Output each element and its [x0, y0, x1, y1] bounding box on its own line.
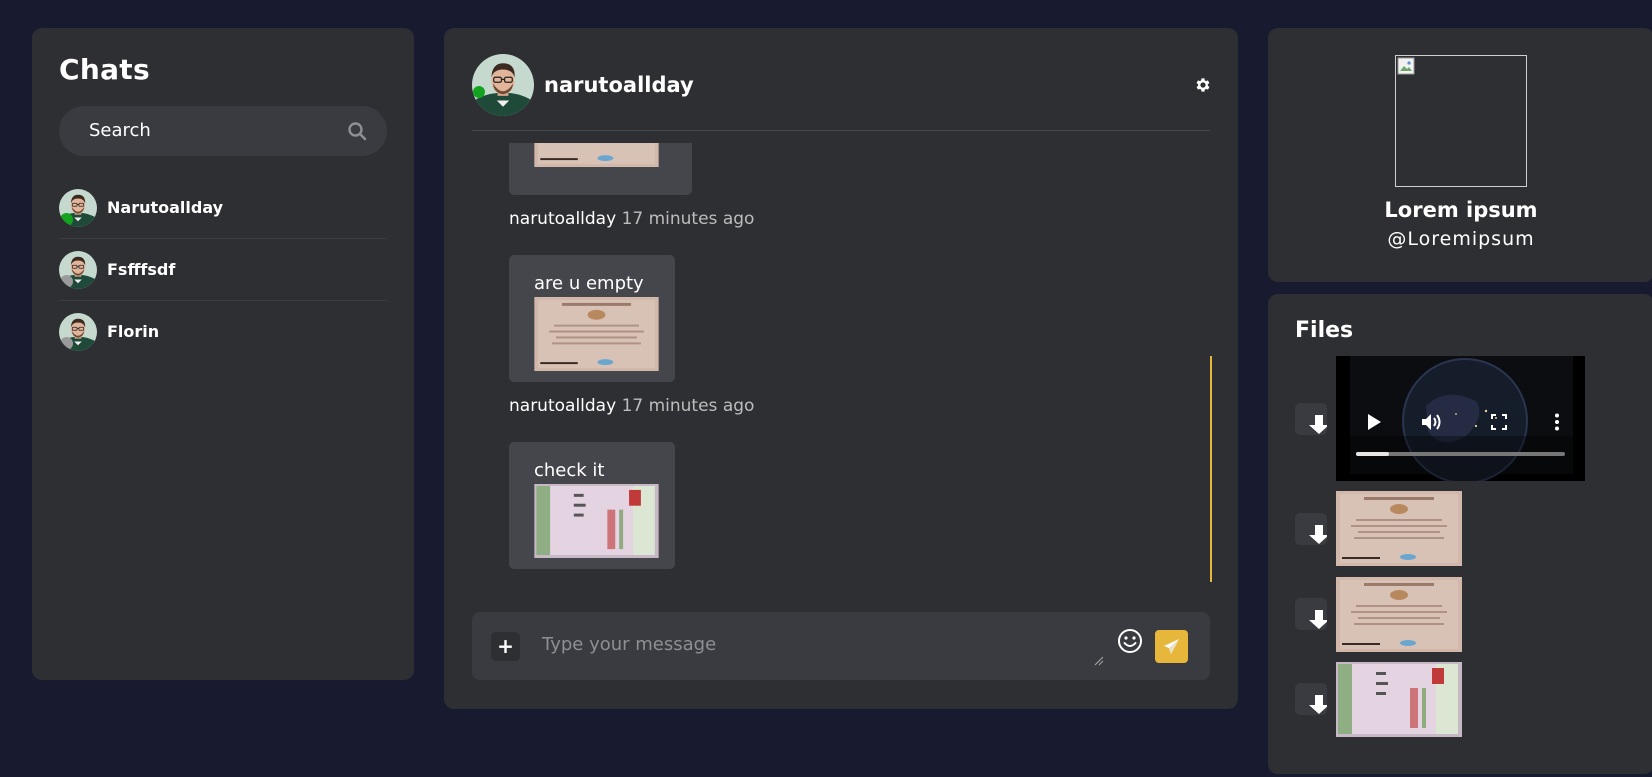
download-icon — [1295, 598, 1327, 630]
plus-icon[interactable]: + — [491, 632, 520, 661]
offline-status-dot — [60, 337, 73, 350]
id-card-image[interactable] — [1336, 662, 1462, 737]
message-text: are u empty — [534, 273, 644, 294]
smiley-icon[interactable] — [1117, 628, 1143, 654]
video-progress-track[interactable] — [1356, 452, 1565, 456]
chat-list-item[interactable]: Fsfffsdf — [59, 239, 387, 301]
download-button[interactable] — [1295, 403, 1327, 435]
download-button[interactable] — [1295, 513, 1327, 545]
message-time: 17 minutes ago — [621, 396, 755, 416]
search-icon[interactable] — [347, 121, 367, 141]
message-text: check it — [534, 460, 605, 481]
files-title: Files — [1295, 318, 1354, 343]
message-bubble — [509, 143, 692, 195]
chat-name: Fsfffsdf — [107, 260, 176, 279]
gear-icon[interactable] — [1194, 76, 1212, 94]
search-input[interactable]: Search — [59, 106, 387, 156]
message-input[interactable]: Type your message — [542, 634, 716, 655]
resize-handle-icon[interactable] — [1094, 656, 1104, 666]
search-placeholder: Search — [89, 120, 151, 141]
fullscreen-icon[interactable] — [1491, 414, 1507, 430]
download-button[interactable] — [1295, 683, 1327, 715]
certificate-image[interactable] — [534, 297, 659, 371]
play-icon[interactable] — [1366, 413, 1382, 431]
contact-name: narutoallday — [544, 73, 694, 97]
conversation-panel: narutoallday narutoallday 17 minutes ago… — [444, 28, 1238, 709]
header-divider — [472, 130, 1210, 131]
message-time: 17 minutes ago — [621, 209, 755, 229]
message-author: narutoallday — [509, 396, 617, 416]
id-card-image[interactable] — [534, 484, 659, 558]
message-bubble: check it — [509, 442, 675, 569]
avatar — [59, 189, 97, 227]
profile-handle: @Loremipsum — [1387, 228, 1535, 250]
video-progress-fill — [1356, 452, 1390, 456]
download-icon — [1295, 513, 1327, 545]
broken-image-icon — [1397, 57, 1415, 75]
more-options-icon[interactable] — [1554, 413, 1560, 431]
chat-list-item[interactable]: Narutoallday — [59, 177, 387, 239]
chat-name: Florin — [107, 322, 160, 341]
avatar — [59, 251, 97, 289]
volume-icon[interactable] — [1421, 412, 1443, 432]
avatar — [59, 313, 97, 351]
download-icon — [1295, 403, 1327, 435]
message-scrollbar[interactable] — [1210, 356, 1212, 582]
chats-panel: Chats Search Narutoallday Fsfffsdf Flori… — [32, 28, 414, 680]
paper-plane-icon — [1164, 639, 1179, 654]
video-player[interactable] — [1336, 356, 1585, 484]
message-bubble: are u empty — [509, 255, 675, 382]
chat-name: Narutoallday — [107, 198, 224, 217]
profile-panel: Lorem ipsum @Loremipsum — [1268, 28, 1652, 282]
profile-picture — [1395, 55, 1527, 187]
message-composer: + Type your message — [472, 612, 1210, 680]
download-button[interactable] — [1295, 598, 1327, 630]
offline-status-dot — [60, 275, 73, 288]
message-meta: narutoallday 17 minutes ago — [509, 209, 754, 229]
certificate-image[interactable] — [534, 143, 659, 167]
files-panel: Files — [1268, 294, 1652, 774]
certificate-image[interactable] — [1336, 577, 1462, 652]
message-author: narutoallday — [509, 209, 617, 229]
contact-avatar[interactable] — [472, 54, 534, 116]
chats-title: Chats — [59, 53, 150, 86]
download-icon — [1295, 683, 1327, 715]
chat-list-item[interactable]: Florin — [59, 301, 387, 363]
certificate-image[interactable] — [1336, 491, 1462, 566]
message-meta: narutoallday 17 minutes ago — [509, 396, 754, 416]
profile-name: Lorem ipsum — [1384, 198, 1538, 222]
send-button[interactable] — [1155, 630, 1188, 663]
online-status-dot — [60, 213, 73, 226]
message-list[interactable]: narutoallday 17 minutes ago are u empty … — [472, 143, 1210, 601]
online-status-dot — [473, 86, 485, 98]
